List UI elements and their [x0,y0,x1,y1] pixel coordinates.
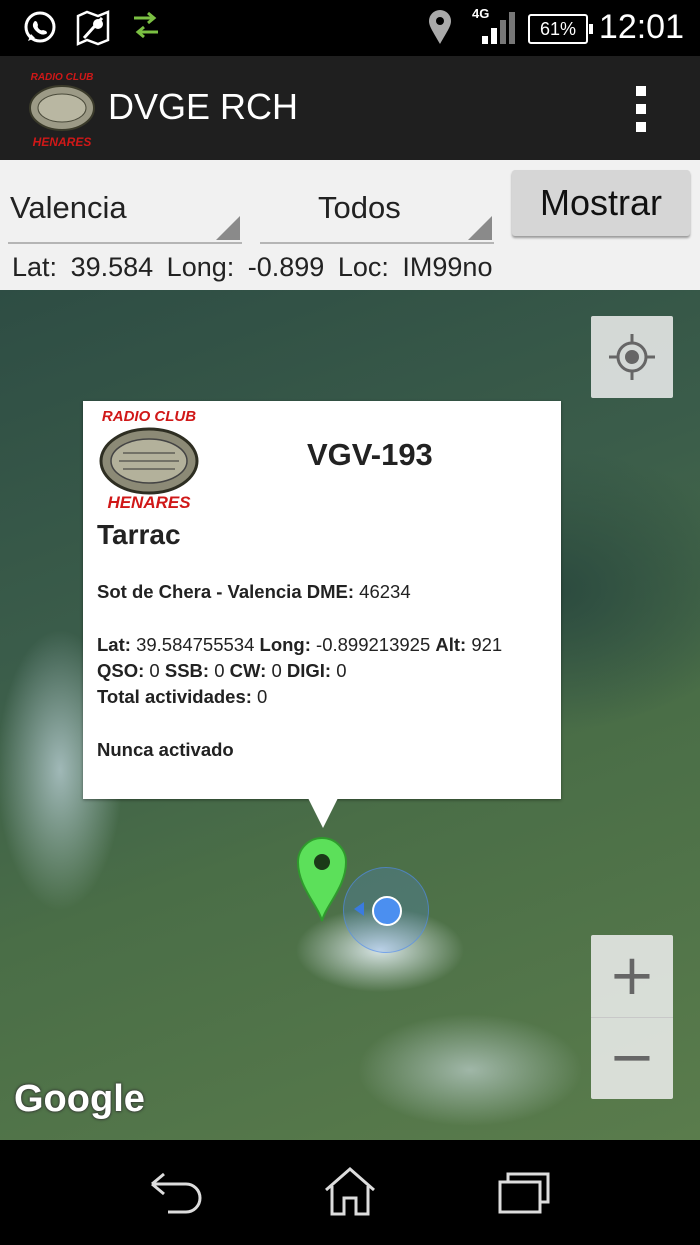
place-label: Sot de Chera - Valencia [97,581,302,602]
status-bar: 4G 61% 12:01 [0,0,700,56]
type-spinner[interactable]: Todos [260,180,494,244]
data-transfer-icon [134,11,158,39]
dropdown-arrow-icon [216,216,240,240]
svg-text:RADIO CLUB: RADIO CLUB [102,408,196,425]
lat-value: 39.584 [70,252,154,282]
svg-text:HENARES: HENARES [107,493,191,511]
province-spinner-value: Valencia [10,190,127,225]
zoom-out-button[interactable]: − [591,1017,673,1099]
vertex-id: VGV-193 [307,437,433,472]
vertex-name: Tarrac [97,519,181,550]
total-label: Total actividades: [97,686,252,707]
lat-label: Lat: [12,252,58,282]
battery-icon: 61% [528,14,593,44]
location-icon [429,10,451,44]
radio-club-logo: RADIO CLUB HENARES [99,408,199,511]
my-location-button[interactable] [591,316,673,398]
long-label: Long: [259,634,311,655]
ssb-label: SSB: [164,660,210,681]
digi-label: DIGI: [286,660,332,681]
loc-value: IM99no [402,252,493,282]
maps-icon [76,10,110,46]
dme-label: DME: [306,581,355,602]
heading-arrow-icon [354,902,364,916]
long-label: Long: [166,252,235,282]
clock: 12:01 [598,8,684,46]
type-spinner-value: Todos [318,190,401,225]
total-value: 0 [257,686,268,707]
location-line: Sot de Chera - Valencia DME: 46234 [97,581,411,603]
filter-panel: Valencia Todos Mostrar Lat: 39.584 Long:… [0,160,700,290]
home-icon[interactable] [322,1166,378,1218]
province-spinner[interactable]: Valencia [8,180,242,244]
qso-label: QSO: [97,660,145,681]
activation-status: Nunca activado [97,739,234,760]
cw-value: 0 [271,660,282,681]
svg-text:RADIO CLUB: RADIO CLUB [31,72,94,83]
loc-label: Loc: [337,252,389,282]
total-line: Total actividades: 0 [97,686,267,708]
lat-value: 39.584755534 [136,634,255,655]
zoom-in-button[interactable]: + [591,935,673,1017]
digi-value: 0 [336,660,347,681]
marker-info-window[interactable]: RADIO CLUB HENARES VGV-193 Tarrac Sot de… [83,401,561,799]
vertex-marker-icon[interactable] [296,835,348,923]
position-line: Lat: 39.584755534 Long: -0.899213925 Alt… [97,634,502,656]
zoom-controls: + − [591,935,673,1099]
alt-value: 921 [471,634,503,655]
cw-label: CW: [229,660,267,681]
ssb-value: 0 [214,660,225,681]
recents-icon[interactable] [498,1170,552,1214]
long-value: -0.899213925 [316,634,431,655]
action-bar: RADIO CLUB HENARES DVGE RCH [0,56,700,160]
crosshair-icon [609,334,655,380]
dme-value: 46234 [359,581,411,602]
svg-text:HENARES: HENARES [33,135,92,149]
lat-label: Lat: [97,634,131,655]
app-title: DVGE RCH [108,86,299,127]
google-attribution: Google [14,1078,145,1120]
alt-label: Alt: [435,634,467,655]
navigation-bar [0,1140,700,1245]
coordinates-readout: Lat: 39.584 Long: -0.899 Loc: IM99no [12,252,498,283]
back-icon[interactable] [148,1170,204,1214]
my-location-indicator [343,867,429,953]
app-logo: RADIO CLUB HENARES [29,72,95,149]
long-value: -0.899 [247,252,325,282]
whatsapp-icon [24,11,56,43]
activity-line: QSO: 0 SSB: 0 CW: 0 DIGI: 0 [97,660,347,682]
info-window-tail [308,798,338,828]
overflow-menu-icon[interactable] [636,86,648,132]
my-location-dot-icon [372,896,402,926]
signal-icon [482,12,515,44]
dropdown-arrow-icon [468,216,492,240]
qso-value: 0 [149,660,160,681]
show-button[interactable]: Mostrar [512,170,690,236]
map-view[interactable]: RADIO CLUB HENARES VGV-193 Tarrac Sot de… [0,290,700,1140]
